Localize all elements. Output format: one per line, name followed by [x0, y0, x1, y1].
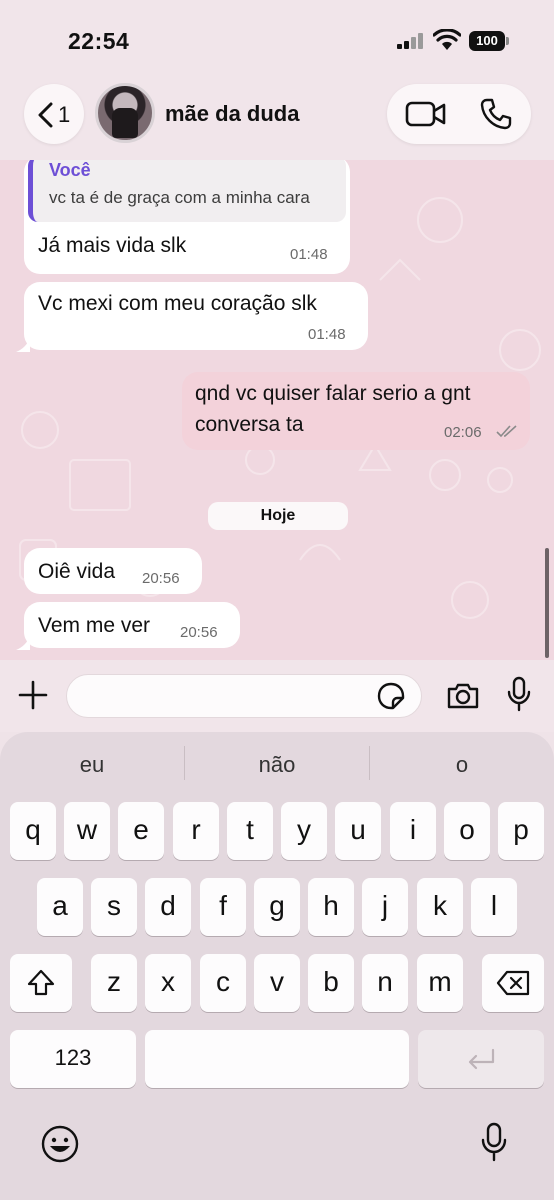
camera-icon[interactable]	[446, 682, 480, 710]
wifi-icon	[433, 29, 461, 50]
key-n[interactable]: n	[362, 954, 408, 1012]
avatar-figure	[112, 108, 138, 138]
message-input[interactable]	[66, 674, 422, 718]
message-text-line2: conversa ta	[195, 413, 304, 436]
message-time: 01:48	[290, 246, 328, 263]
suggestion-3[interactable]: o	[372, 752, 552, 778]
message-time: 20:56	[142, 570, 180, 587]
message-time: 02:06	[444, 424, 482, 441]
emoji-icon[interactable]	[40, 1124, 80, 1164]
key-g[interactable]: g	[254, 878, 300, 936]
key-l[interactable]: l	[471, 878, 517, 936]
double-check-icon	[496, 425, 517, 438]
quote-text: vc ta é de graça com a minha cara	[49, 188, 310, 207]
battery-level: 100	[469, 31, 505, 51]
incoming-message[interactable]: Vem me ver 20:56	[24, 602, 240, 648]
key-q[interactable]: q	[10, 802, 56, 860]
message-text-line1: qnd vc quiser falar serio a gnt	[195, 382, 471, 405]
key-f[interactable]: f	[200, 878, 246, 936]
key-s[interactable]: s	[91, 878, 137, 936]
key-k[interactable]: k	[417, 878, 463, 936]
key-z[interactable]: z	[91, 954, 137, 1012]
message-time: 01:48	[308, 326, 346, 343]
suggestion-1[interactable]: eu	[2, 752, 182, 778]
phone-icon[interactable]	[479, 97, 513, 131]
suggestion-2[interactable]: não	[187, 752, 367, 778]
mic-icon[interactable]	[506, 676, 532, 712]
bubble-tail	[16, 338, 30, 352]
key-j[interactable]: j	[362, 878, 408, 936]
suggestion-divider	[184, 746, 185, 780]
key-x[interactable]: x	[145, 954, 191, 1012]
incoming-message[interactable]: Oiê vida 20:56	[24, 548, 202, 594]
key-m[interactable]: m	[417, 954, 463, 1012]
key-u[interactable]: u	[335, 802, 381, 860]
key-w[interactable]: w	[64, 802, 110, 860]
quoted-message[interactable]: Você vc ta é de graça com a minha cara	[28, 160, 346, 222]
chevron-left-icon	[38, 102, 53, 128]
unread-count: 1	[58, 102, 71, 127]
outgoing-message[interactable]: qnd vc quiser falar serio a gnt conversa…	[182, 372, 530, 450]
key-d[interactable]: d	[145, 878, 191, 936]
chat-area[interactable]: Você vc ta é de graça com a minha cara J…	[0, 160, 554, 660]
shift-key[interactable]	[10, 954, 72, 1012]
backspace-key[interactable]	[482, 954, 544, 1012]
battery-cap	[506, 37, 509, 45]
backspace-icon	[496, 970, 530, 996]
key-h[interactable]: h	[308, 878, 354, 936]
plus-icon[interactable]	[18, 680, 48, 710]
status-bar: 22:54 100	[0, 0, 554, 80]
chat-header: 1 mãe da duda	[0, 80, 554, 160]
dictation-mic-icon[interactable]	[480, 1122, 508, 1162]
scrollbar[interactable]	[545, 548, 549, 658]
message-time: 20:56	[180, 624, 218, 641]
sticker-icon[interactable]	[377, 682, 405, 710]
space-bar[interactable]	[145, 1030, 409, 1088]
message-text: Vc mexi com meu coração slk	[38, 292, 317, 315]
contact-name[interactable]: mãe da duda	[165, 101, 299, 127]
key-b[interactable]: b	[308, 954, 354, 1012]
shift-icon	[27, 969, 55, 996]
key-v[interactable]: v	[254, 954, 300, 1012]
return-key[interactable]	[418, 1030, 544, 1088]
key-r[interactable]: r	[173, 802, 219, 860]
date-separator: Hoje	[208, 502, 348, 530]
key-t[interactable]: t	[227, 802, 273, 860]
key-a[interactable]: a	[37, 878, 83, 936]
keyboard: eu não o q w e r t y u i o p a s d f g h…	[0, 732, 554, 1200]
back-button[interactable]: 1	[24, 84, 84, 144]
incoming-message[interactable]: Vc mexi com meu coração slk 01:48	[24, 282, 368, 350]
message-text: Oiê vida	[38, 560, 116, 583]
message-text: Vem me ver	[38, 614, 151, 637]
cellular-signal-icon	[397, 33, 423, 49]
video-call-icon[interactable]	[405, 100, 447, 128]
key-y[interactable]: y	[281, 802, 327, 860]
key-p[interactable]: p	[498, 802, 544, 860]
key-e[interactable]: e	[118, 802, 164, 860]
bubble-tail	[16, 636, 30, 650]
call-actions	[387, 84, 531, 144]
suggestion-divider	[369, 746, 370, 780]
key-c[interactable]: c	[200, 954, 246, 1012]
quote-author: Você	[49, 160, 91, 180]
composer-bar	[0, 660, 554, 732]
status-time: 22:54	[68, 28, 130, 54]
return-icon	[468, 1048, 495, 1070]
key-o[interactable]: o	[444, 802, 490, 860]
battery-indicator: 100	[469, 31, 509, 51]
numbers-key[interactable]: 123	[10, 1030, 136, 1088]
key-i[interactable]: i	[390, 802, 436, 860]
contact-avatar[interactable]	[95, 83, 155, 143]
incoming-message[interactable]: Você vc ta é de graça com a minha cara J…	[24, 160, 350, 274]
message-text: Já mais vida slk	[38, 234, 187, 257]
